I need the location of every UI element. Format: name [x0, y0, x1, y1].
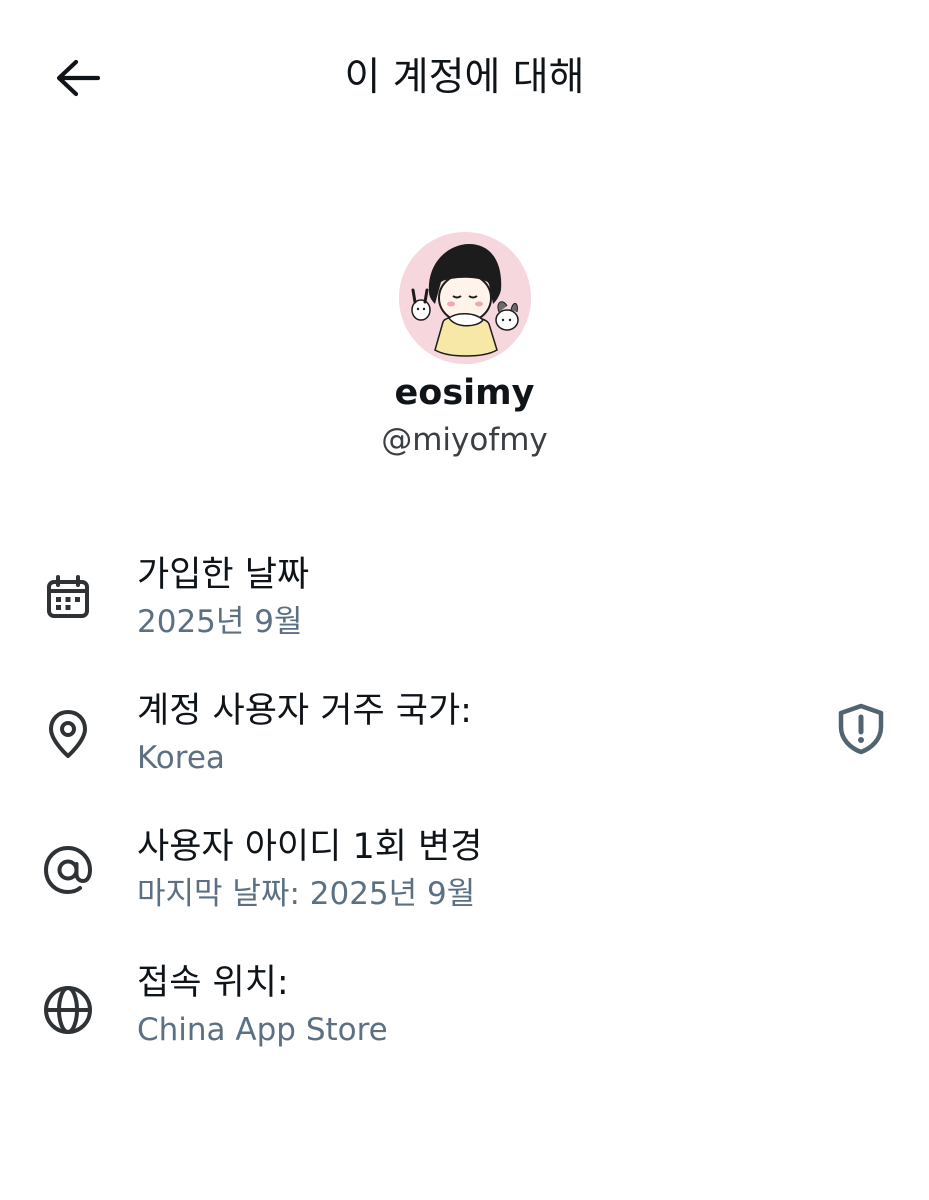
globe-icon — [40, 982, 96, 1038]
list-item-username-change: 사용자 아이디 1회 변경 마지막 날짜: 2025년 9월 — [0, 822, 929, 958]
avatar-illustration — [398, 232, 531, 364]
username-handle: @miyofmy — [381, 422, 548, 458]
info-label: 가입한 날짜 — [137, 555, 310, 595]
account-info-list: 가입한 날짜 2025년 9월 계정 사용자 거주 국가: Korea 사용자 … — [0, 550, 929, 1094]
info-value: Korea — [137, 740, 225, 776]
info-text: 사용자 아이디 1회 변경 마지막 날짜: 2025년 9월 — [137, 822, 482, 916]
at-sign-icon — [40, 842, 96, 898]
list-item-connected-via: 접속 위치: China App Store — [0, 958, 929, 1094]
location-pin-icon — [40, 706, 96, 762]
avatar[interactable] — [398, 232, 531, 364]
info-text: 계정 사용자 거주 국가: Korea — [137, 686, 472, 780]
info-value: 2025년 9월 — [137, 604, 303, 640]
calendar-icon — [40, 570, 96, 626]
info-label: 계정 사용자 거주 국가: — [137, 691, 472, 731]
shield-alert-icon — [838, 703, 884, 755]
header: 이 계정에 대해 — [0, 0, 929, 150]
info-label: 접속 위치: — [137, 963, 289, 1003]
info-text: 가입한 날짜 2025년 9월 — [137, 550, 309, 644]
country-info-button[interactable] — [832, 700, 890, 758]
info-value: China App Store — [137, 1012, 388, 1048]
profile-section: eosimy @miyofmy — [0, 232, 929, 462]
info-label: 사용자 아이디 1회 변경 — [137, 827, 483, 867]
list-item-country: 계정 사용자 거주 국가: Korea — [0, 686, 929, 822]
list-item-join-date: 가입한 날짜 2025년 9월 — [0, 550, 929, 686]
info-value: 마지막 날짜: 2025년 9월 — [137, 876, 476, 912]
display-name: eosimy — [394, 373, 535, 413]
info-text: 접속 위치: China App Store — [137, 958, 388, 1052]
page-title: 이 계정에 대해 — [344, 55, 585, 100]
